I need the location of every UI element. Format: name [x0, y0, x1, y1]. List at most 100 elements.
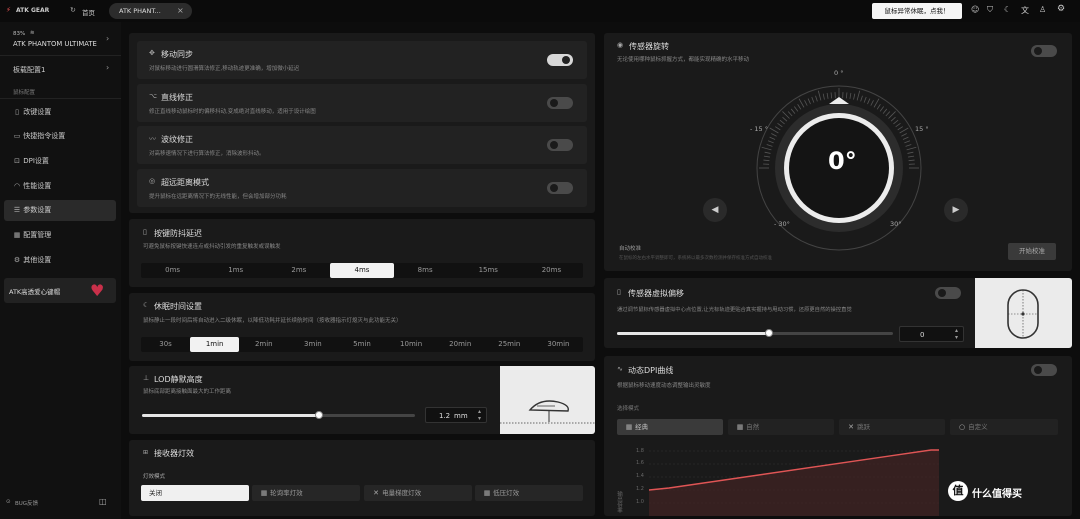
tab-device[interactable]: ATK PHANT... × — [109, 3, 192, 19]
debounce-selector[interactable]: 0ms 1ms 2ms 4ms 8ms 15ms 20ms — [141, 263, 583, 278]
dial-tick — [769, 127, 779, 134]
receiver-mode-off[interactable]: 关闭 — [141, 485, 249, 501]
promo-banner[interactable]: ATK高透爱心键帽 ♥ — [4, 278, 116, 303]
move-icon: ✥ — [149, 49, 155, 57]
settings-icon[interactable]: ⚙ — [1057, 4, 1065, 14]
close-icon[interactable]: × — [177, 6, 184, 15]
sleep-selector[interactable]: 30s 1min 2min 3min 5min 10min 20min 25mi… — [141, 337, 583, 352]
sleep-option[interactable]: 30min — [534, 337, 583, 352]
start-calibration-button[interactable]: 开始校准 — [1008, 243, 1056, 260]
dpi-curve-title: 动态DPI曲线 — [628, 366, 674, 375]
wifi-icon: ≋ — [30, 30, 35, 36]
dial-tick — [771, 133, 777, 137]
sidebar-item-dpi[interactable]: ⊡ DPI设置 — [4, 151, 116, 172]
dial-tick — [870, 100, 874, 106]
mouse-icon: ▯ — [143, 228, 147, 236]
dial-tick — [899, 127, 909, 134]
sleep-panel: ☾ 休眠时间设置 鼠标静止一段时间后将自动进入二级休眠，以降低功耗并延长续航时间… — [129, 293, 595, 361]
lod-slider-thumb[interactable] — [315, 411, 324, 419]
chat-icon[interactable]: ☺ — [971, 5, 979, 14]
sleep-option[interactable]: 1min — [190, 337, 240, 352]
dial-tick — [885, 111, 891, 117]
offset-slider[interactable] — [617, 329, 893, 337]
moon-icon[interactable]: ☾ — [1004, 5, 1011, 14]
debounce-option[interactable]: 8ms — [394, 263, 457, 278]
mouse-icon: ▯ — [617, 288, 621, 296]
close-icon: ✕ — [848, 423, 854, 431]
back-icon[interactable]: ↻ — [70, 6, 76, 14]
curve-mode-classic[interactable]: ▦ 经典 — [617, 419, 723, 435]
sleep-option[interactable]: 20min — [436, 337, 485, 352]
lod-value-input[interactable]: 1.2 mm ▴ ▾ — [425, 407, 487, 423]
rotate-right-button[interactable]: ▶ — [944, 198, 968, 222]
debounce-option[interactable]: 1ms — [204, 263, 267, 278]
sleep-option[interactable]: 30s — [141, 337, 190, 352]
sidebar-item-shortcuts[interactable]: ▭ 快捷指令设置 — [4, 126, 116, 147]
debounce-option[interactable]: 2ms — [267, 263, 330, 278]
gear-icon: ⚙ — [13, 256, 21, 264]
sleep-option[interactable]: 2min — [239, 337, 288, 352]
dpi-curve-chart[interactable] — [649, 446, 939, 516]
sleep-option[interactable]: 10min — [387, 337, 436, 352]
sidebar-item-profiles[interactable]: ▦ 配置管理 — [4, 225, 116, 246]
offset-value-input[interactable]: 0 ▴ ▾ — [899, 326, 964, 342]
offset-panel: ▯ 传感器虚拟偏移 通过调节鼠标传感器虚拟中心点位置,让光标轨迹更贴合真实握持与… — [604, 278, 1072, 348]
gauge-icon: ◠ — [13, 182, 21, 190]
dial-tick — [863, 96, 867, 103]
debounce-option[interactable]: 15ms — [457, 263, 520, 278]
rotate-left-button[interactable]: ◀ — [703, 198, 727, 222]
curve-mode-custom[interactable]: ○ 自定义 — [950, 419, 1058, 435]
receiver-mode-polling[interactable]: ▦ 轮询率灯效 — [252, 485, 360, 501]
motion-sync-toggle[interactable] — [547, 54, 573, 66]
dpi-curve-toggle[interactable] — [1031, 364, 1057, 376]
debounce-title: 按键防抖延迟 — [154, 229, 202, 238]
sleep-notice-button[interactable]: 鼠标异常休眠，点我！ — [872, 3, 962, 19]
stepper-up-icon[interactable]: ▴ — [955, 327, 958, 334]
dial-tick — [845, 92, 848, 99]
dial-tick — [902, 136, 909, 140]
rotate-icon: ◉ — [617, 41, 624, 49]
dial-tick — [849, 92, 852, 99]
stepper-up-icon[interactable]: ▴ — [478, 408, 481, 415]
lod-slider[interactable] — [142, 411, 415, 419]
sidebar-item-performance[interactable]: ◠ 性能设置 — [4, 176, 116, 197]
offset-illustration — [975, 278, 1072, 348]
bug-feedback-link[interactable]: BUG反馈 — [15, 499, 38, 507]
sidebar-item-params[interactable]: ☰ 参数设置 — [4, 200, 116, 221]
debounce-option[interactable]: 0ms — [141, 263, 204, 278]
sleep-option[interactable]: 5min — [337, 337, 386, 352]
receiver-mode-battery[interactable]: ✕ 电量梯度灯效 — [364, 485, 472, 501]
sleep-option[interactable]: 25min — [485, 337, 534, 352]
dial-tick — [798, 98, 805, 108]
section-label: 鼠标配置 — [13, 90, 36, 96]
offset-toggle[interactable] — [935, 287, 961, 299]
curve-mode-jump[interactable]: ✕ 跳跃 — [839, 419, 945, 435]
motion-sync-row: ✥ 移动同步 对鼠标移动进行圆滑算法修正,移动轨迹更准确，增加微小延迟 — [137, 41, 587, 79]
debounce-panel: ▯ 按键防抖延迟 可避免鼠标按键快速连点或抖动引发的重复触发或误触发 0ms 1… — [129, 219, 595, 287]
receiver-mode-lowvolt[interactable]: ▦ 低压灯效 — [475, 485, 583, 501]
stepper-down-icon[interactable]: ▾ — [955, 334, 958, 341]
debounce-option[interactable]: 20ms — [520, 263, 583, 278]
sleep-option[interactable]: 3min — [288, 337, 337, 352]
curve-mode-natural[interactable]: ▦ 自然 — [728, 419, 834, 435]
sidebar-item-keys[interactable]: ▯ 改键设置 — [4, 102, 116, 123]
offset-slider-thumb[interactable] — [764, 329, 773, 337]
collapse-sidebar-icon[interactable]: ◫ — [99, 497, 107, 506]
sidebar-item-other[interactable]: ⚙ 其他设置 — [4, 250, 116, 271]
long-range-toggle[interactable] — [547, 182, 573, 194]
stepper-down-icon[interactable]: ▾ — [478, 415, 481, 422]
grid-icon: ▦ — [736, 423, 744, 431]
line-correction-toggle[interactable] — [547, 97, 573, 109]
shirt-icon[interactable]: ⛉ — [987, 5, 993, 15]
ripple-correction-toggle[interactable] — [547, 139, 573, 151]
chevron-right-icon[interactable]: › — [106, 34, 109, 43]
rotation-panel: ◉ 传感器旋转 无论使用哪种鼠标抓握方式，都能实现精确的水平移动 0° 0 ° … — [604, 33, 1072, 271]
dial-tick — [787, 111, 793, 117]
home-link[interactable]: 首页 — [82, 7, 95, 17]
user-icon[interactable]: ♙ — [1039, 5, 1046, 14]
debounce-option[interactable]: 4ms — [330, 263, 394, 278]
language-icon[interactable]: 文 — [1021, 5, 1029, 16]
dial-tick — [777, 123, 783, 128]
rotation-toggle[interactable] — [1031, 45, 1057, 57]
dial-tick — [826, 92, 829, 99]
